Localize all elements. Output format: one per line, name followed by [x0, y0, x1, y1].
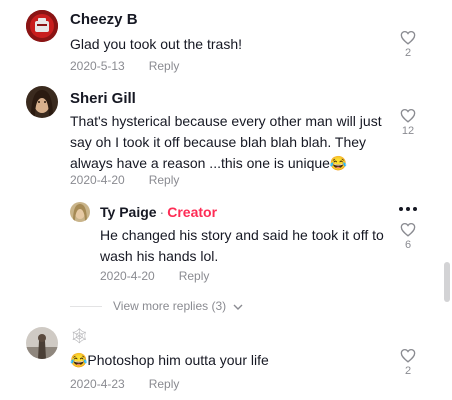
reply-meta: 2020-4-20 Reply [100, 269, 209, 283]
like-count: 2 [404, 365, 412, 377]
like-count: 6 [404, 239, 412, 251]
reply-date: 2020-4-20 [100, 269, 155, 283]
heart-outline-icon [400, 108, 416, 123]
heart-outline-icon [400, 348, 416, 363]
reply-button[interactable]: Reply [149, 377, 180, 391]
comment-date: 2020-4-23 [70, 377, 125, 391]
comment-date: 2020-5-13 [70, 59, 125, 73]
comment-meta: 2020-4-20 Reply [70, 173, 179, 187]
like-button[interactable]: 6 [398, 222, 418, 251]
reply-author[interactable]: Ty Paige [100, 204, 157, 220]
avatar[interactable] [26, 86, 58, 118]
creator-badge: Creator [167, 204, 218, 220]
avatar[interactable] [26, 327, 58, 359]
comment-meta: 2020-5-13 Reply [70, 59, 179, 73]
like-button[interactable]: 2 [398, 30, 418, 59]
comment-date: 2020-4-20 [70, 173, 125, 187]
like-button[interactable]: 2 [398, 348, 418, 377]
heart-outline-icon [400, 30, 416, 45]
view-more-replies[interactable]: View more replies (3) [113, 299, 243, 313]
heart-outline-icon [400, 222, 416, 237]
comment-username[interactable]: Cheezy B [70, 11, 138, 28]
more-options-button[interactable] [398, 199, 418, 211]
like-count: 12 [401, 125, 415, 137]
reply-button[interactable]: Reply [149, 173, 180, 187]
like-button[interactable]: 12 [398, 108, 418, 137]
like-count: 2 [404, 47, 412, 59]
comment-username[interactable]: Sheri Gill [70, 90, 136, 107]
reply-button[interactable]: Reply [149, 59, 180, 73]
view-more-label: View more replies (3) [113, 299, 227, 313]
chevron-down-icon [233, 304, 242, 310]
reply-text: He changed his story and said he took it… [100, 227, 384, 264]
avatar[interactable] [70, 202, 90, 222]
comment-text: That's hysterical because every other ma… [70, 113, 382, 171]
comment-text: 😂Photoshop him outta your life [70, 352, 269, 368]
comment-username[interactable]: 🕸 [70, 327, 89, 345]
ellipsis-icon [399, 207, 417, 211]
avatar[interactable] [26, 10, 58, 42]
reply-username: Ty Paige · Creator [100, 204, 217, 220]
divider [70, 306, 102, 307]
reply-button[interactable]: Reply [179, 269, 210, 283]
scrollbar-thumb[interactable] [444, 262, 450, 302]
comment-meta: 2020-4-23 Reply [70, 377, 179, 391]
comment-text: Glad you took out the trash! [70, 36, 242, 52]
separator: · [159, 204, 165, 220]
